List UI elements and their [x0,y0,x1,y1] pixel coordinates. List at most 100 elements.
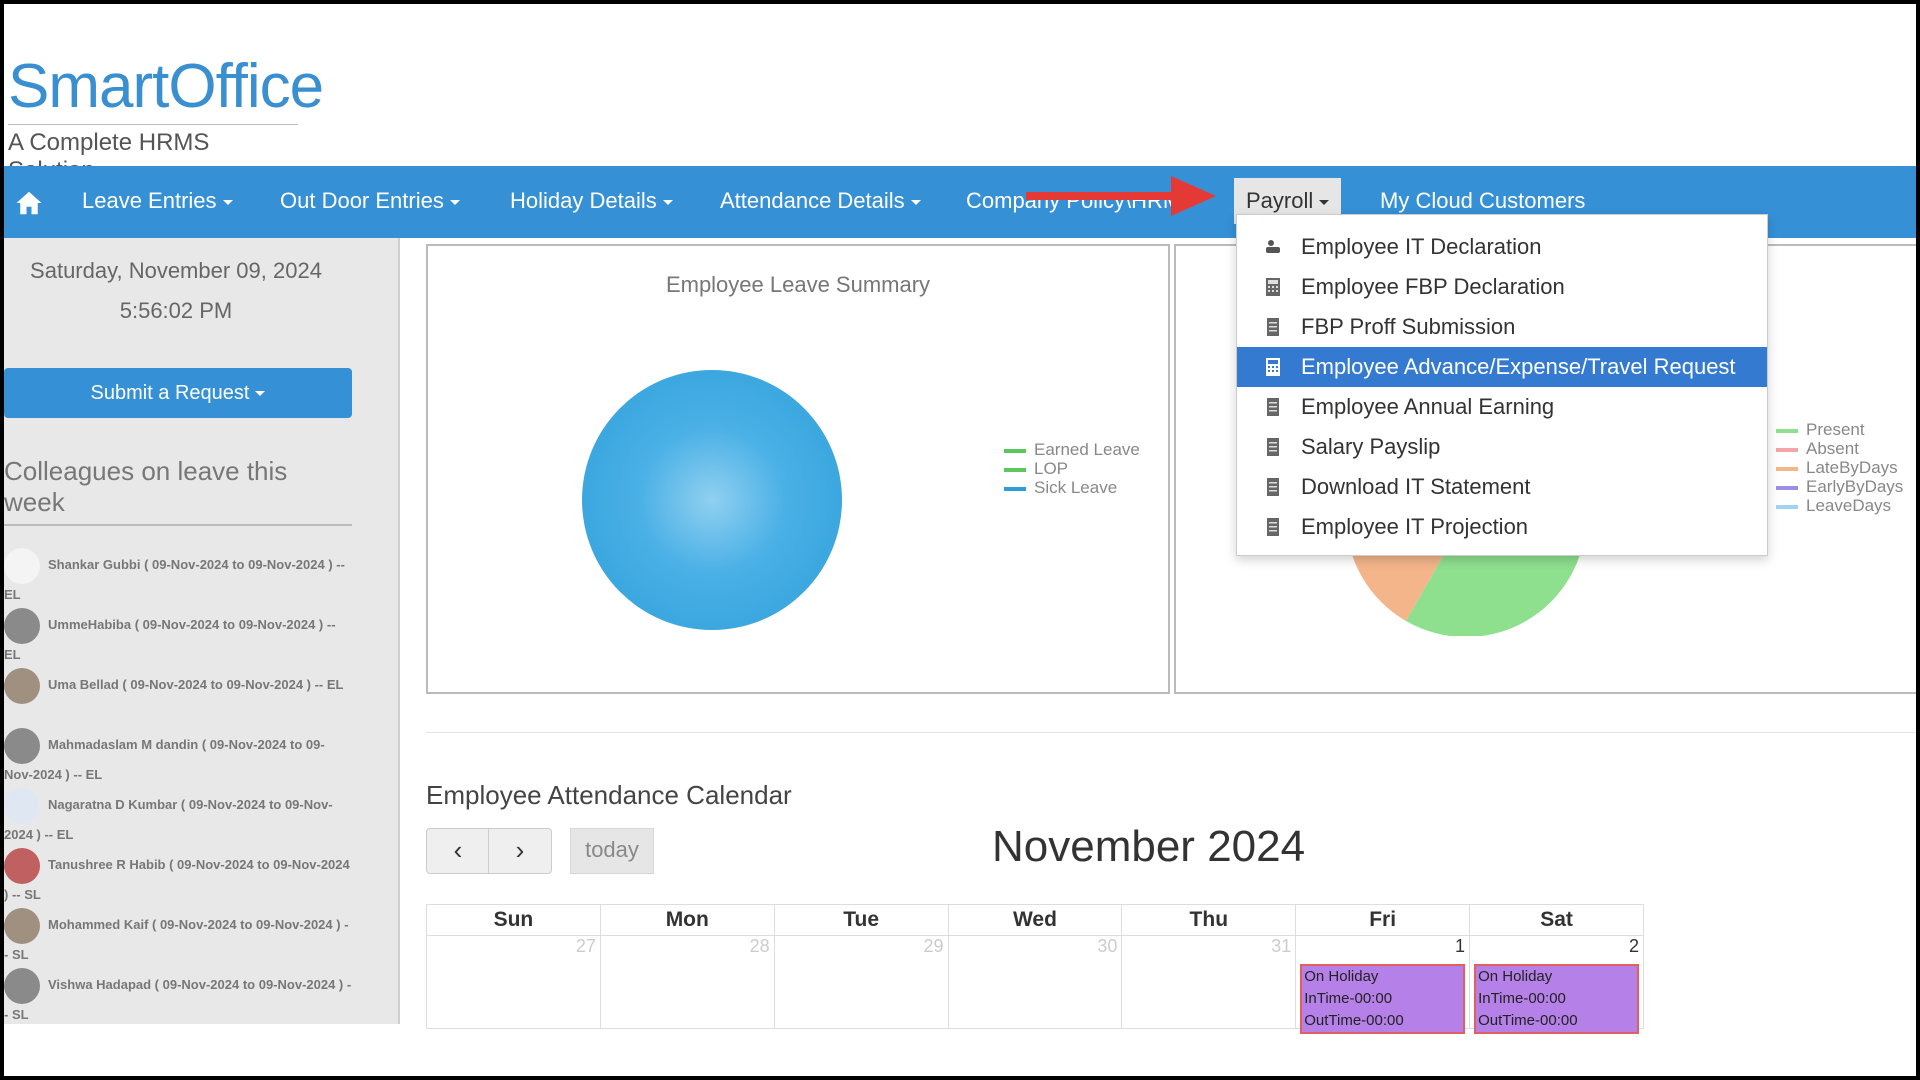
document-icon [1267,318,1279,336]
colleague-text: Vishwa Hadapad ( 09-Nov-2024 to 09-Nov-2… [4,977,352,1022]
colleague-item: Mohammed Kaif ( 09-Nov-2024 to 09-Nov-20… [4,908,352,966]
legend-label: Absent [1806,439,1859,458]
menu-item-employee-it-declaration[interactable]: Employee IT Declaration [1237,227,1767,267]
calendar-grid: Sun Mon Tue Wed Thu Fri Sat 27 28 29 30 … [426,904,1644,1034]
leave-summary-title: Employee Leave Summary [665,272,931,297]
document-icon [1267,398,1279,416]
nav-label: My Cloud Customers [1380,188,1586,213]
menu-item-download-it-statement[interactable]: Download IT Statement [1237,467,1767,507]
calendar-event[interactable]: On Holiday InTime-00:00 OutTime-00:00 [1474,964,1639,1034]
menu-item-employee-advance-expense-travel-request[interactable]: Employee Advance/Expense/Travel Request [1237,347,1767,387]
colleague-text: Mohammed Kaif ( 09-Nov-2024 to 09-Nov-20… [4,917,349,962]
calendar-header-row: Sun Mon Tue Wed Thu Fri Sat [426,904,1644,936]
event-line: On Holiday [1304,968,1379,985]
event-line: InTime-00:00 [1478,990,1566,1007]
current-date: Saturday, November 09, 2024 [30,258,322,283]
colleague-item: Uma Bellad ( 09-Nov-2024 to 09-Nov-2024 … [4,668,352,726]
calculator-icon [1266,358,1280,376]
event-line: OutTime-00:00 [1478,1012,1578,1029]
leave-pie-chart [582,370,842,630]
submit-request-button[interactable]: Submit a Request [4,368,352,418]
nav-label: Leave Entries [82,188,217,213]
legend-swatch [1004,448,1026,453]
calendar-week-row: 27 28 29 30 31 1 On Holiday InTime-00:00… [426,935,1644,1034]
menu-item-label: Employee IT Projection [1301,514,1529,539]
caret-down-icon [662,199,673,205]
day-number: 27 [575,936,596,956]
legend-swatch [1004,486,1026,491]
menu-item-label: Salary Payslip [1301,434,1441,459]
calendar-day-cell[interactable]: 28 [599,935,775,1029]
calendar-day-cell[interactable]: 29 [773,935,949,1029]
nav-attendance-details[interactable]: Attendance Details [708,178,933,224]
chevron-right-icon: › [515,835,525,865]
day-number: 30 [1097,936,1118,956]
event-line: On Holiday [1478,968,1553,985]
calendar-title: Employee Attendance Calendar [426,780,792,810]
colleague-item: Vishwa Hadapad ( 09-Nov-2024 to 09-Nov-2… [4,968,352,1026]
event-line: InTime-00:00 [1304,990,1393,1007]
calendar-today-button[interactable]: today [570,828,654,874]
colleagues-on-leave-title: Colleagues on leave this week [4,456,352,526]
caret-down-icon [910,199,921,205]
day-header: Thu [1121,904,1297,936]
calendar-day-cell[interactable]: 27 [426,935,601,1029]
legend-label: LOP [1034,459,1069,478]
nav-holiday-details[interactable]: Holiday Details [498,178,685,224]
legend-label: Earned Leave [1034,440,1140,459]
day-number: 1 [1455,936,1466,956]
calculator-icon [1266,278,1280,296]
user-coins-icon [1266,240,1280,253]
menu-item-label: Employee FBP Declaration [1301,274,1565,299]
legend-label: LeaveDays [1806,496,1892,515]
calendar-day-cell[interactable]: 30 [947,935,1123,1029]
sidebar: Saturday, November 09, 2024 5:56:02 PM S… [4,238,400,1024]
divider [426,732,1916,733]
legend-item: Sick Leave [1004,478,1140,497]
day-number: 2 [1628,936,1639,956]
legend-label: EarlyByDays [1806,477,1904,496]
colleague-item: Mahmadaslam M dandin ( 09-Nov-2024 to 09… [4,728,352,786]
nav-label: Attendance Details [720,188,905,213]
menu-item-label: Employee Advance/Expense/Travel Request [1301,354,1736,379]
legend-label: Present [1806,420,1865,439]
nav-out-door-entries[interactable]: Out Door Entries [268,178,472,224]
menu-item-fbp-proff-submission[interactable]: FBP Proff Submission [1237,307,1767,347]
colleague-item: Nagaratna D Kumbar ( 09-Nov-2024 to 09-N… [4,788,352,846]
nav-label: Out Door Entries [280,188,444,213]
annotation-arrow-icon [1026,176,1216,216]
document-icon [1267,478,1279,496]
legend-item: LeaveDays [1776,496,1903,515]
day-number: 31 [1271,936,1292,956]
calendar-day-cell[interactable]: 31 [1121,935,1297,1029]
document-icon [1267,438,1279,456]
legend-swatch [1776,428,1798,433]
calendar-prev-button[interactable]: ‹ [426,828,490,874]
menu-item-label: Download IT Statement [1301,474,1531,499]
leave-legend: Earned Leave LOP Sick Leave [1004,440,1140,497]
menu-item-label: FBP Proff Submission [1301,314,1516,339]
calendar-next-button[interactable]: › [488,828,552,874]
day-header: Sun [426,904,601,936]
payroll-dropdown-menu: Employee IT Declaration Employee FBP Dec… [1236,214,1768,556]
legend-swatch [1776,466,1798,471]
menu-item-employee-fbp-declaration[interactable]: Employee FBP Declaration [1237,267,1767,307]
menu-item-salary-payslip[interactable]: Salary Payslip [1237,427,1767,467]
caret-down-icon [449,199,460,205]
menu-item-employee-it-projection[interactable]: Employee IT Projection [1237,507,1767,547]
calendar-day-cell[interactable]: 1 On Holiday InTime-00:00 OutTime-00:00 [1295,935,1471,1034]
colleague-text: Tanushree R Habib ( 09-Nov-2024 to 09-No… [4,857,350,902]
colleague-text: Shankar Gubbi ( 09-Nov-2024 to 09-Nov-20… [4,557,345,602]
day-header: Sat [1469,904,1644,936]
nav-leave-entries[interactable]: Leave Entries [70,178,245,224]
home-icon[interactable] [14,188,44,218]
calendar-day-cell[interactable]: 2 On Holiday InTime-00:00 OutTime-00:00 [1469,935,1644,1034]
colleague-item: UmmeHabiba ( 09-Nov-2024 to 09-Nov-2024 … [4,608,352,666]
menu-item-employee-annual-earning[interactable]: Employee Annual Earning [1237,387,1767,427]
legend-item: LateByDays [1776,458,1903,477]
nav-label: Holiday Details [510,188,657,213]
chevron-left-icon: ‹ [453,835,463,865]
calendar-event[interactable]: On Holiday InTime-00:00 OutTime-00:00 [1300,964,1466,1034]
app-window: SmartOffice A Complete HRMS Solution Lea… [4,4,1916,1076]
colleague-text: Mahmadaslam M dandin ( 09-Nov-2024 to 09… [4,737,325,782]
